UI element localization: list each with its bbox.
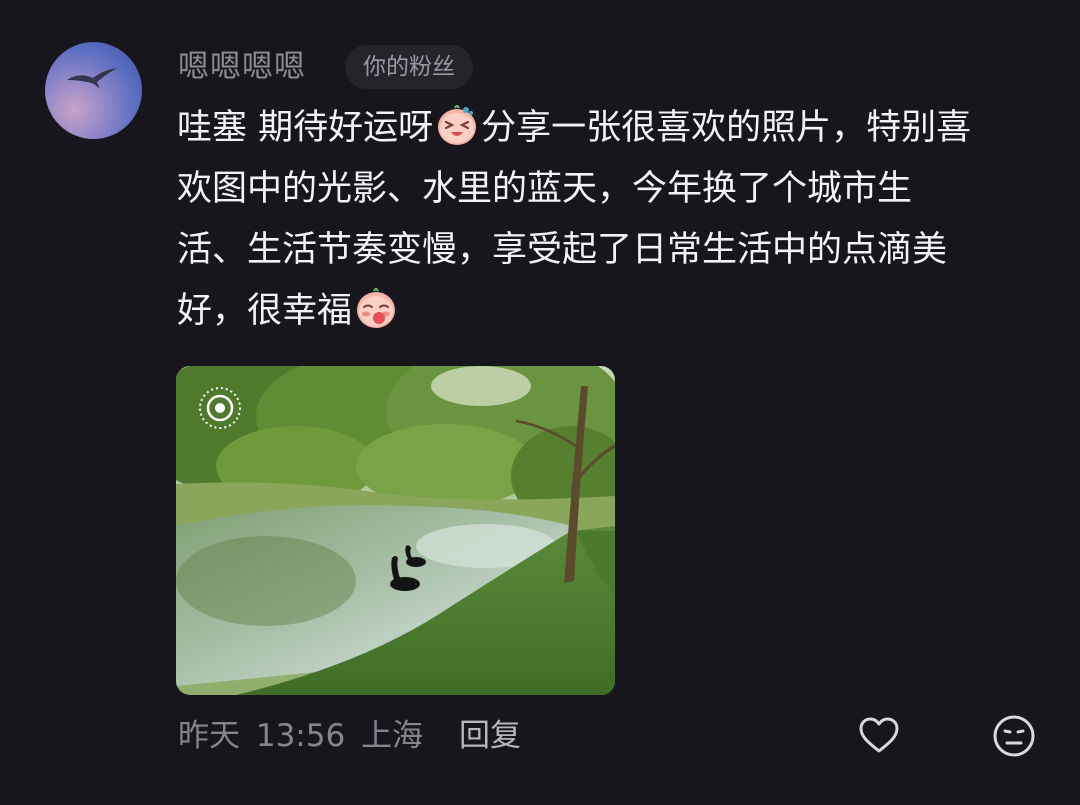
- comment-line-1: 哇塞 期待好运呀 分享一张很喜欢的照片，特别喜: [177, 98, 1047, 159]
- comment-text-segment: 哇塞 期待好运呀: [177, 108, 434, 148]
- comment-line-2: 欢图中的光影、水里的蓝天，今年换了个城市生: [177, 169, 913, 209]
- comment-text-segment: 好，很幸福: [177, 291, 353, 331]
- excited-face-emoji-icon: [438, 105, 477, 145]
- reaction-button[interactable]: [992, 714, 1036, 758]
- comment-location: 上海: [361, 718, 424, 754]
- neutral-face-icon: [993, 715, 1035, 757]
- comment-date: 昨天: [178, 718, 240, 754]
- pond-photo: [176, 366, 615, 695]
- heart-outline-icon: [859, 717, 899, 753]
- comment-text-segment: 分享一张很喜欢的照片，特别喜: [481, 108, 972, 148]
- reply-button[interactable]: 回复: [459, 714, 521, 758]
- avatar[interactable]: [45, 42, 142, 139]
- comment-meta: 昨天 13:56 上海: [178, 714, 429, 758]
- fan-badge: 你的粉丝: [345, 45, 473, 89]
- comment-text: 哇塞 期待好运呀 分享一张很喜欢的照片，特别喜 欢图中的光影、水里的蓝天，今年换…: [177, 98, 1047, 342]
- blush-face-emoji-icon: [357, 288, 396, 328]
- comment-photo[interactable]: [176, 366, 615, 695]
- bird-silhouette-icon: [67, 68, 117, 89]
- comment-line-4: 好，很幸福: [177, 281, 1047, 342]
- comment-time: 13:56: [255, 718, 346, 754]
- like-button[interactable]: [857, 714, 901, 758]
- username[interactable]: 嗯嗯嗯嗯: [178, 46, 306, 88]
- comment-line-3: 活、生活节奏变慢，享受起了日常生活中的点滴美: [177, 230, 948, 270]
